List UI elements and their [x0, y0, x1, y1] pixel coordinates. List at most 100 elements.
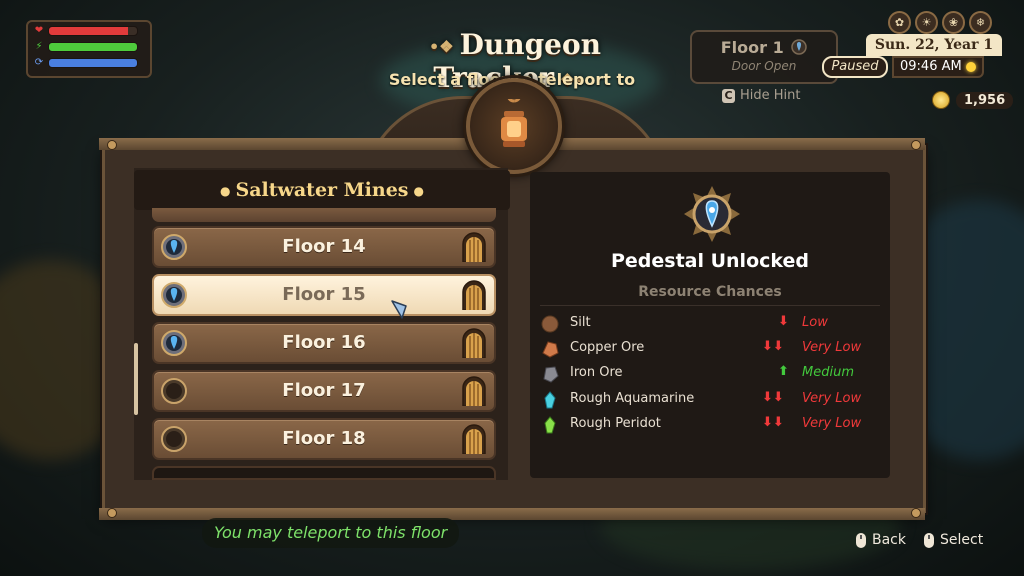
- select-control[interactable]: Select: [924, 532, 983, 548]
- coin-icon: [932, 91, 950, 109]
- floor-item[interactable]: Floor 14: [152, 226, 496, 268]
- mana-icon: ⟳: [34, 57, 44, 68]
- resource-name: Rough Aquamarine: [570, 391, 695, 406]
- list-item-partial[interactable]: [152, 466, 496, 480]
- chance-arrows: ⬇⬇: [762, 415, 784, 430]
- rivet: [107, 508, 117, 518]
- resource-name: Rough Peridot: [570, 416, 661, 431]
- fall-icon: ❀: [942, 11, 965, 34]
- floor-label: Floor 15: [282, 284, 366, 305]
- arrow-down-icon: ⬇: [778, 314, 789, 329]
- door-icon: [462, 424, 486, 454]
- door-icon: [462, 280, 486, 310]
- floor-item[interactable]: Floor 17: [152, 370, 496, 412]
- teleport-message: You may teleport to this floor: [202, 518, 460, 548]
- chance-label: Low: [802, 315, 828, 330]
- lantern-emblem: [466, 78, 562, 174]
- sun-icon: [965, 62, 976, 72]
- status-bars-panel: ❤ ⚡ ⟳: [26, 20, 152, 78]
- winter-icon: ❄: [969, 11, 992, 34]
- season-indicators: ✿ ☀ ❀ ❄: [888, 11, 992, 34]
- time-display: 09:46 AM: [892, 56, 984, 78]
- money-value: 1,956: [956, 91, 1014, 109]
- chance-arrows: ⬇: [778, 314, 789, 329]
- iron-ore-icon: [543, 366, 559, 383]
- door-icon: [462, 328, 486, 358]
- ornament-icon: •❖: [429, 37, 454, 56]
- door-icon: [462, 232, 486, 262]
- floor-label: Floor 14: [282, 236, 366, 257]
- time-row: Paused 09:46 AM: [822, 56, 1002, 78]
- date-display: Sun. 22, Year 1: [866, 34, 1002, 56]
- arrow-down-icon: ⬇: [762, 390, 773, 405]
- resource-row: Rough Aquamarine ⬇⬇ Very Low: [540, 388, 880, 412]
- divider: [540, 305, 880, 306]
- pointer-cursor-icon: [391, 300, 407, 319]
- resource-name: Copper Ore: [570, 340, 645, 355]
- spring-icon: ✿: [888, 11, 911, 34]
- select-label: Select: [940, 532, 984, 548]
- mouse-left-icon: [924, 532, 934, 548]
- arrow-up-icon: ⬆: [778, 364, 789, 379]
- chance-arrows: ⬆: [778, 364, 789, 379]
- lantern-icon: [501, 99, 527, 147]
- dungeon-name-header: ● Saltwater Mines ●: [134, 170, 510, 210]
- rivet: [107, 140, 117, 150]
- list-item-partial[interactable]: [152, 208, 496, 222]
- list-scrollbar[interactable]: [134, 343, 138, 415]
- arrow-down-icon: ⬇: [762, 415, 773, 430]
- resource-name: Silt: [570, 315, 591, 330]
- money-display: 1,956: [932, 91, 1014, 109]
- rivet: [911, 140, 921, 150]
- chance-arrows: ⬇⬇: [762, 339, 784, 354]
- door-status: Door Open: [731, 59, 797, 73]
- floor-label: Floor 16: [282, 332, 366, 353]
- floor-label: Floor 17: [282, 380, 366, 401]
- summer-icon: ☀: [915, 11, 938, 34]
- key-c-icon: C: [722, 88, 735, 103]
- health-bar: [48, 26, 138, 36]
- resource-name: Iron Ore: [570, 365, 623, 380]
- stamina-bar: [48, 42, 138, 52]
- rivet: [911, 508, 921, 518]
- chance-label: Very Low: [802, 340, 862, 355]
- arrow-down-icon: ⬇: [772, 415, 784, 430]
- chance-label: Very Low: [802, 391, 862, 406]
- paused-badge: Paused: [822, 56, 888, 78]
- aquamarine-icon: [544, 391, 556, 409]
- peridot-icon: [544, 416, 556, 434]
- arrow-down-icon: ⬇: [772, 390, 784, 405]
- back-control[interactable]: Back: [856, 532, 906, 548]
- time-text: 09:46 AM: [900, 59, 962, 74]
- chance-label: Very Low: [802, 416, 862, 431]
- pin-icon: [791, 39, 808, 55]
- mouse-right-icon: [856, 532, 866, 548]
- dungeon-name: Saltwater Mines: [235, 179, 409, 201]
- pedestal-status: Pedestal Unlocked: [610, 250, 810, 272]
- energy-icon: ⚡: [35, 41, 43, 52]
- current-floor-label: Floor 1: [720, 38, 784, 57]
- door-icon: [462, 376, 486, 406]
- resource-row: Rough Peridot ⬇⬇ Very Low: [540, 413, 880, 437]
- chance-label: Medium: [802, 365, 854, 380]
- resource-row: Silt ⬇ Low: [540, 312, 880, 336]
- arrow-down-icon: ⬇: [772, 339, 784, 354]
- hide-hint-label: Hide Hint: [740, 88, 801, 103]
- floor-item[interactable]: Floor 15: [152, 274, 496, 316]
- resource-row: Iron Ore ⬆ Medium: [540, 362, 880, 386]
- arrow-down-icon: ⬇: [762, 339, 773, 354]
- back-label: Back: [872, 532, 906, 548]
- floor-label: Floor 18: [282, 428, 366, 449]
- silt-icon: [541, 315, 559, 333]
- hide-hint-button[interactable]: C Hide Hint: [722, 88, 801, 103]
- mana-bar: [48, 58, 138, 68]
- resource-row: Copper Ore ⬇⬇ Very Low: [540, 337, 880, 361]
- copper-ore-icon: [542, 341, 559, 358]
- heart-icon: ❤: [34, 25, 44, 36]
- floor-item[interactable]: Floor 18: [152, 418, 496, 460]
- floor-item[interactable]: Floor 16: [152, 322, 496, 364]
- current-floor-box: Floor 1 Door Open: [690, 30, 838, 84]
- resource-chances-heading: Resource Chances: [638, 284, 782, 300]
- chance-arrows: ⬇⬇: [762, 390, 784, 405]
- pedestal-badge-icon: [684, 186, 740, 242]
